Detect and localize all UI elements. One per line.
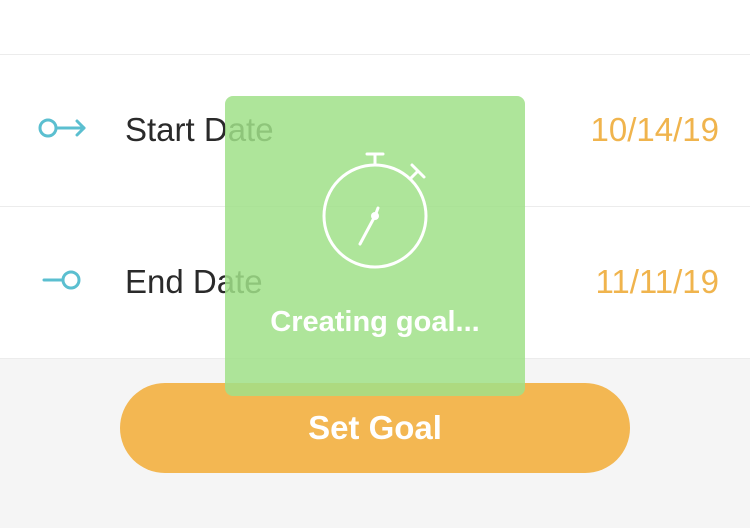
set-goal-button[interactable]: Set Goal: [120, 383, 630, 473]
start-date-value: 10/14/19: [590, 111, 719, 148]
loading-overlay: Creating goal...: [225, 96, 525, 396]
end-marker-icon: [42, 270, 81, 290]
start-arrow-icon: [38, 118, 86, 138]
previous-row: [0, 0, 750, 55]
end-date-value: 11/11/19: [595, 263, 719, 300]
stopwatch-icon: [322, 152, 428, 269]
loading-text: Creating goal...: [270, 306, 480, 338]
